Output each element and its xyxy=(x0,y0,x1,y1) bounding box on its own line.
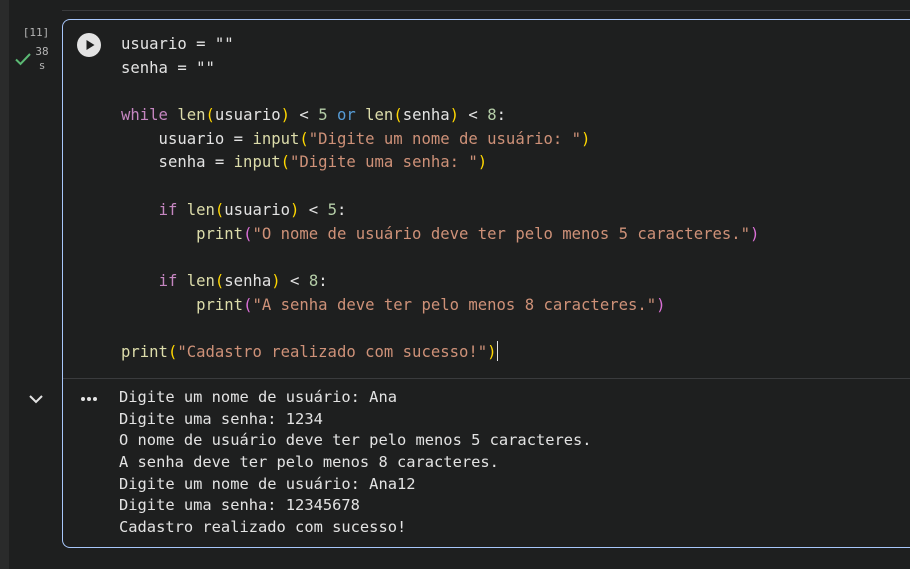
code-token: print xyxy=(196,295,244,314)
code-editor[interactable]: usuario = "" senha = "" while len(usuario)… xyxy=(121,33,759,365)
execution-time-value: 38 xyxy=(35,45,49,58)
code-token: 8 xyxy=(308,271,319,290)
code-token: < xyxy=(299,200,328,219)
play-icon xyxy=(86,40,95,50)
code-token: usuario = xyxy=(121,129,253,148)
code-token: 5 xyxy=(318,106,328,125)
code-token: : xyxy=(336,200,347,219)
code-token: senha = xyxy=(121,153,234,172)
code-line: senha = "" xyxy=(121,57,759,81)
code-token: < xyxy=(459,106,488,125)
code-token: len xyxy=(186,200,215,219)
code-token: len xyxy=(365,106,394,125)
code-token: ) xyxy=(477,153,488,172)
code-line: usuario = input("Digite um nome de usuár… xyxy=(121,128,759,152)
more-horiz-icon[interactable] xyxy=(78,390,100,408)
previous-cell-edge xyxy=(62,0,910,11)
code-token: len xyxy=(177,106,206,125)
code-line: senha = input("Digite uma senha: ") xyxy=(121,151,759,175)
code-token: ) xyxy=(750,224,760,243)
code-token: "Digite um nome de usuário: " xyxy=(308,129,582,148)
output-divider xyxy=(63,378,910,379)
output-line: O nome de usuário deve ter pelo menos 5 … xyxy=(119,431,592,450)
code-token: : xyxy=(496,106,506,125)
code-token: senha xyxy=(402,106,450,125)
code-line: print("Cadastro realizado com sucesso!") xyxy=(121,340,759,365)
code-token: while xyxy=(121,106,168,125)
output-line: A senha deve ter pelo menos 8 caracteres… xyxy=(119,453,499,472)
code-token: "Digite uma senha: " xyxy=(290,153,478,172)
output-line: Digite uma senha: 1234 xyxy=(119,409,323,428)
code-token: ) xyxy=(271,271,281,290)
code-token: if xyxy=(158,200,178,219)
code-token: ) xyxy=(290,200,300,219)
code-token: ( xyxy=(299,129,309,148)
text-cursor xyxy=(496,340,498,361)
code-token: ) xyxy=(280,106,291,125)
code-token: senha = "" xyxy=(121,58,215,77)
code-token: < xyxy=(280,271,309,290)
code-token: ( xyxy=(393,106,403,125)
code-token: ( xyxy=(280,153,291,172)
code-line: usuario = "" xyxy=(121,33,759,57)
code-token: ( xyxy=(214,271,225,290)
code-token: if xyxy=(158,271,178,290)
code-token: ( xyxy=(167,342,178,361)
code-token: ) xyxy=(656,295,666,314)
code-token: 5 xyxy=(327,200,337,219)
code-line: if len(usuario) < 5: xyxy=(121,199,759,223)
code-token: "O nome de usuário deve ter pelo menos 5… xyxy=(252,224,751,243)
run-cell-button[interactable] xyxy=(77,33,101,57)
code-line: print("A senha deve ter pelo menos 8 car… xyxy=(121,294,759,318)
code-token: senha xyxy=(224,271,272,290)
output-line: Digite um nome de usuário: Ana xyxy=(119,388,397,406)
code-token: ( xyxy=(214,200,225,219)
code-token: ) xyxy=(449,106,460,125)
code-token: or xyxy=(336,106,356,125)
code-line: if len(senha) < 8: xyxy=(121,270,759,294)
code-token: usuario xyxy=(214,106,281,125)
code-token: ) xyxy=(581,129,591,148)
code-token: usuario = "" xyxy=(121,35,234,53)
output-line: Digite um nome de usuário: Ana12 xyxy=(119,474,416,493)
code-token: print xyxy=(196,224,244,243)
check-icon xyxy=(15,53,31,66)
cell-output: Digite um nome de usuário: Ana Digite uma… xyxy=(119,387,592,539)
output-line: Cadastro realizado com sucesso! xyxy=(119,518,407,537)
code-line: print("O nome de usuário deve ter pelo m… xyxy=(121,223,759,247)
code-token: < xyxy=(290,106,319,125)
code-token: len xyxy=(186,271,215,290)
code-line: while len(usuario) < 5 or len(senha) < 8… xyxy=(121,104,759,128)
output-line: Digite uma senha: 12345678 xyxy=(119,496,360,515)
code-token: "A senha deve ter pelo menos 8 caractere… xyxy=(252,295,657,314)
code-token: usuario xyxy=(224,200,291,219)
code-token: print xyxy=(121,342,168,361)
code-token: 8 xyxy=(487,106,497,125)
chevron-down-icon[interactable] xyxy=(26,389,46,409)
code-token: input xyxy=(233,153,281,172)
code-token: : xyxy=(318,271,328,290)
code-token: ( xyxy=(205,106,215,125)
execution-time-unit: s xyxy=(38,59,46,72)
execution-time: 38 s xyxy=(34,45,50,73)
code-token: input xyxy=(252,129,300,148)
left-gutter xyxy=(0,0,9,569)
code-token: ) xyxy=(487,342,497,361)
execution-count: [11] xyxy=(22,26,50,39)
code-token: "Cadastro realizado com sucesso!" xyxy=(177,342,488,361)
